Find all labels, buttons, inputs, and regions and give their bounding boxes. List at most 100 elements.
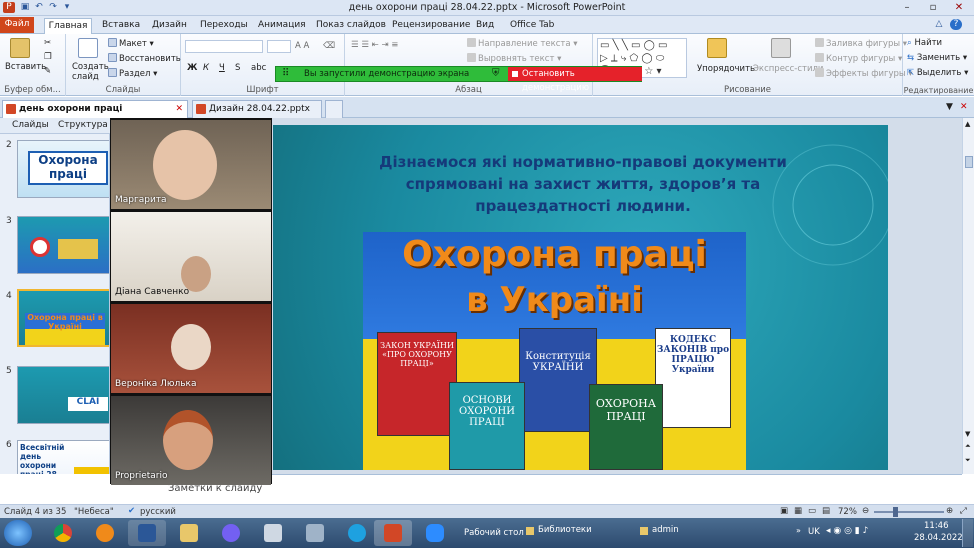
cut-icon[interactable]: ✂ — [44, 38, 51, 49]
doc-tab-active[interactable]: день охорони праці 28.04.22.pptx ✕ — [2, 100, 188, 130]
stop-share-button[interactable]: Остановить демонстрацию — [508, 67, 642, 93]
underline-icon[interactable]: Ч — [219, 63, 225, 74]
layout-button[interactable]: Макет ▾ — [108, 38, 154, 50]
tab-slideshow[interactable]: Показ слайдов — [314, 18, 388, 34]
clock-date[interactable]: 28.04.2022 — [914, 533, 963, 543]
slide-title[interactable]: Дізнаємося які нормативно-правові докуме… — [368, 151, 798, 217]
close-doc-icon[interactable]: ✕ — [960, 102, 968, 112]
replace-button[interactable]: ⇆ Заменить ▾ — [907, 53, 967, 64]
language[interactable]: русский — [140, 507, 176, 517]
zoom-slider[interactable] — [874, 511, 944, 513]
scroll-thumb[interactable] — [965, 156, 973, 168]
clock-time[interactable]: 11:46 — [924, 521, 949, 531]
taskbar-zoom[interactable] — [416, 520, 454, 546]
normal-view-icon[interactable]: ▣ — [780, 506, 788, 516]
minimize-ribbon-icon[interactable]: △ — [933, 19, 945, 30]
show-desktop-button[interactable] — [962, 519, 973, 547]
scroll-down-icon[interactable]: ▼ — [965, 430, 970, 438]
slides-pane[interactable]: 2 Охорона праці 3 4 Охорона праці в Укра… — [0, 134, 110, 474]
bold-icon[interactable]: Ж — [187, 63, 197, 74]
slide-thumbnail[interactable]: Охорона праці — [17, 140, 109, 198]
participant-tile[interactable]: Діана Савченко — [111, 212, 271, 301]
strike-icon[interactable]: abc — [251, 63, 266, 74]
prev-slide-icon[interactable]: ⏶ — [965, 442, 971, 451]
tab-transitions[interactable]: Переходы — [198, 18, 250, 34]
participant-tile[interactable]: Маргарита — [111, 120, 271, 209]
paste-icon[interactable] — [10, 38, 30, 58]
section-button[interactable]: Раздел ▾ — [108, 68, 157, 80]
shape-outline-button[interactable]: Контур фигуры ▾ — [815, 53, 902, 65]
slide-thumbnail[interactable] — [17, 216, 109, 274]
zoom-slider-thumb[interactable] — [893, 507, 898, 517]
tab-review[interactable]: Рецензирование — [390, 18, 472, 34]
tab-outline[interactable]: Структура — [58, 120, 108, 130]
drag-handle-icon[interactable]: ⠿ — [282, 68, 289, 79]
taskbar-word[interactable] — [128, 520, 166, 546]
shape-fill-button[interactable]: Заливка фигуры ▾ — [815, 38, 907, 50]
arrange-icon[interactable] — [707, 38, 727, 58]
tab-list-icon[interactable]: ▼ — [946, 102, 953, 112]
zoom-level[interactable]: 72% — [838, 507, 857, 517]
tab-home[interactable]: Главная — [44, 18, 92, 34]
taskbar-media[interactable] — [86, 520, 124, 546]
taskbar-ie[interactable] — [338, 520, 376, 546]
select-button[interactable]: ⇱ Выделить ▾ — [907, 68, 968, 79]
participant-tile[interactable]: Proprietario — [111, 396, 271, 485]
tab-view[interactable]: Вид — [474, 18, 496, 34]
paste-button[interactable]: Вставить — [5, 62, 46, 73]
minimize-button[interactable]: – — [894, 0, 920, 15]
text-direction-button[interactable]: Направление текста ▾ — [467, 38, 578, 50]
bullets-icon[interactable]: ☰ ☰ ⇤ ⇥ ≡ — [351, 40, 398, 51]
maximize-button[interactable]: ▫ — [920, 0, 946, 15]
libraries-toolbar[interactable]: Библиотеки — [538, 525, 592, 535]
reset-button[interactable]: Восстановить — [108, 53, 181, 65]
shape-effects-button[interactable]: Эффекты фигуры ▾ — [815, 68, 913, 80]
current-slide[interactable]: Дізнаємося які нормативно-правові докуме… — [273, 125, 888, 470]
zoom-out-icon[interactable]: ⊖ — [862, 506, 869, 516]
copy-icon[interactable]: ❐ — [44, 52, 52, 63]
admin-toolbar[interactable]: admin — [652, 525, 679, 535]
tab-file[interactable]: Файл — [0, 17, 34, 33]
font-size-combo[interactable] — [267, 40, 291, 53]
zoom-in-icon[interactable]: ⊕ — [946, 506, 953, 516]
help-icon[interactable]: ? — [950, 19, 962, 30]
doc-tab[interactable]: Дизайн 28.04.22.pptx — [192, 100, 322, 118]
quick-styles-button[interactable]: Экспресс-стили — [753, 64, 823, 75]
taskbar-chrome[interactable] — [44, 520, 82, 546]
slideshow-view-icon[interactable]: ▤ — [822, 506, 830, 516]
font-family-combo[interactable] — [185, 40, 263, 53]
scroll-up-icon[interactable]: ▲ — [965, 120, 970, 128]
desktop-toolbar[interactable]: Рабочий стол — [464, 528, 524, 538]
shadow-icon[interactable]: S — [235, 63, 240, 74]
tab-animation[interactable]: Анимация — [256, 18, 308, 34]
new-tab-button[interactable] — [325, 100, 343, 118]
tab-design[interactable]: Дизайн — [150, 18, 189, 34]
next-slide-icon[interactable]: ⏷ — [965, 456, 971, 465]
font-grow-icon[interactable]: A A — [295, 41, 309, 52]
find-button[interactable]: ⌕ Найти — [907, 38, 942, 49]
start-button[interactable] — [4, 520, 32, 546]
fit-to-window-icon[interactable]: ⤢ — [960, 506, 967, 516]
taskbar-app[interactable] — [254, 520, 292, 546]
vertical-scrollbar[interactable]: ▲ ▼ ⏶ ⏷ — [962, 118, 974, 474]
spellcheck-icon[interactable]: ✔ — [128, 506, 135, 516]
arrange-button[interactable]: Упорядочить — [697, 64, 755, 75]
show-hidden-icon[interactable]: » — [796, 526, 801, 535]
slide-thumbnail-selected[interactable]: Охорона праці в Україні — [17, 289, 109, 347]
tray-icons[interactable]: ◂ ◉ ◎ ▮ ♪ — [826, 526, 868, 536]
clear-format-icon[interactable]: ⌫ — [323, 41, 335, 52]
format-painter-icon[interactable]: ✎ — [44, 66, 51, 77]
new-slide-icon[interactable] — [78, 38, 98, 58]
quick-styles-icon[interactable] — [771, 38, 791, 58]
taskbar-powerpoint[interactable] — [374, 520, 412, 546]
taskbar-explorer[interactable] — [170, 520, 208, 546]
close-tab-icon[interactable]: ✕ — [175, 101, 183, 117]
reading-view-icon[interactable]: ▭ — [808, 506, 816, 516]
sorter-view-icon[interactable]: ▦ — [794, 506, 802, 516]
zoom-video-panel[interactable]: Маргарита Діана Савченко Вероніка Люлька… — [110, 118, 272, 485]
taskbar-viber[interactable] — [212, 520, 250, 546]
taskbar-files[interactable] — [296, 520, 334, 546]
slide-poster-image[interactable]: Охорона праці в Україні ЗАКОН УКРАЇНИ «П… — [363, 232, 746, 470]
participant-tile[interactable]: Вероніка Люлька — [111, 304, 271, 393]
keyboard-language[interactable]: UK — [808, 527, 820, 537]
